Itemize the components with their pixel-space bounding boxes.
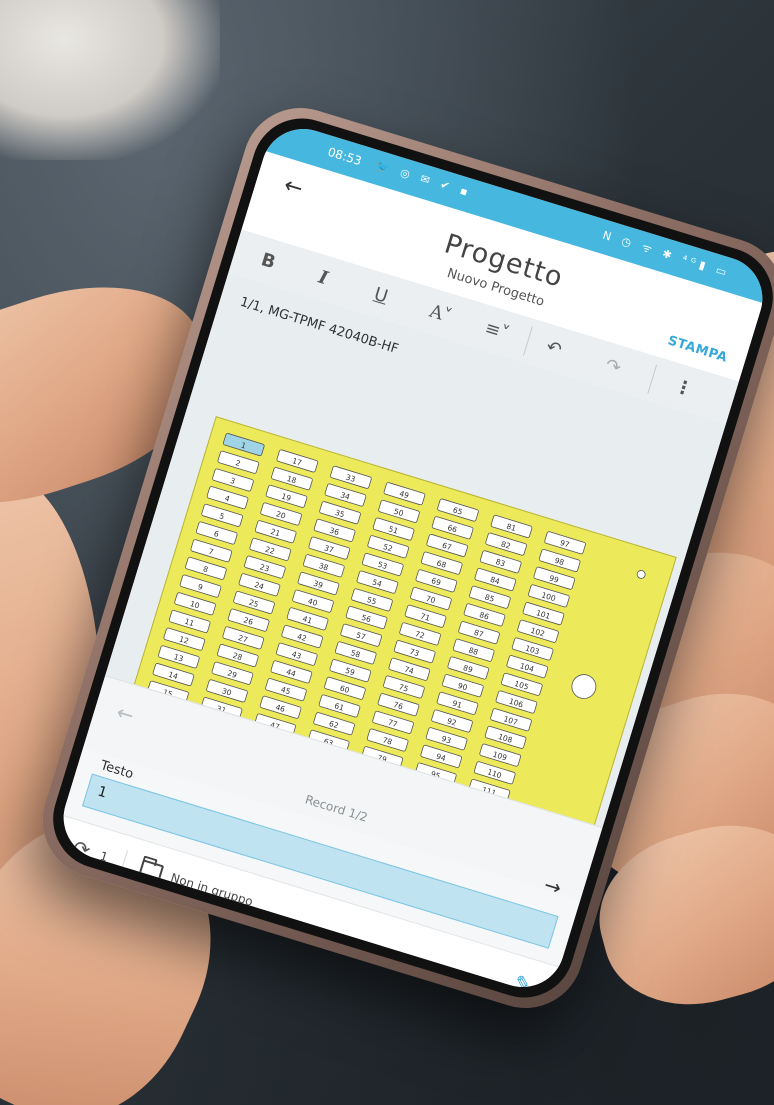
font-menu-icon[interactable]: A˅ (427, 301, 454, 328)
redo-icon[interactable]: ↷ (603, 354, 624, 378)
photo-scene: 08:53 🐦 ◎ ✉ ✔ ▪ N ◷ ᯤ ✱ ⁴ᴳ▮ ▭ ← Progetto… (0, 0, 774, 1105)
footer-divider (118, 850, 129, 878)
toolbar-divider (647, 364, 658, 394)
undo-icon[interactable]: ↶ (544, 336, 565, 360)
folder-icon[interactable] (138, 859, 165, 881)
align-menu-icon[interactable]: ≡˅ (482, 318, 511, 345)
bold-icon[interactable]: B (259, 249, 278, 273)
underline-icon[interactable]: U (372, 284, 391, 308)
more-options-icon[interactable]: ⋮ (672, 375, 695, 400)
previous-record-icon[interactable]: ← (114, 700, 137, 728)
light-background (0, 0, 220, 160)
group-label[interactable]: Non in gruppo (169, 871, 255, 909)
mounting-hole (571, 674, 597, 699)
status-time: 08:53 (326, 144, 364, 169)
refresh-icon[interactable]: ⟳ (70, 835, 93, 863)
edit-icon[interactable]: ✎ (511, 970, 534, 998)
italic-icon[interactable]: I (316, 267, 330, 290)
record-count: 1 (98, 848, 110, 865)
mounting-hole (636, 570, 646, 579)
toolbar-divider (523, 326, 533, 356)
